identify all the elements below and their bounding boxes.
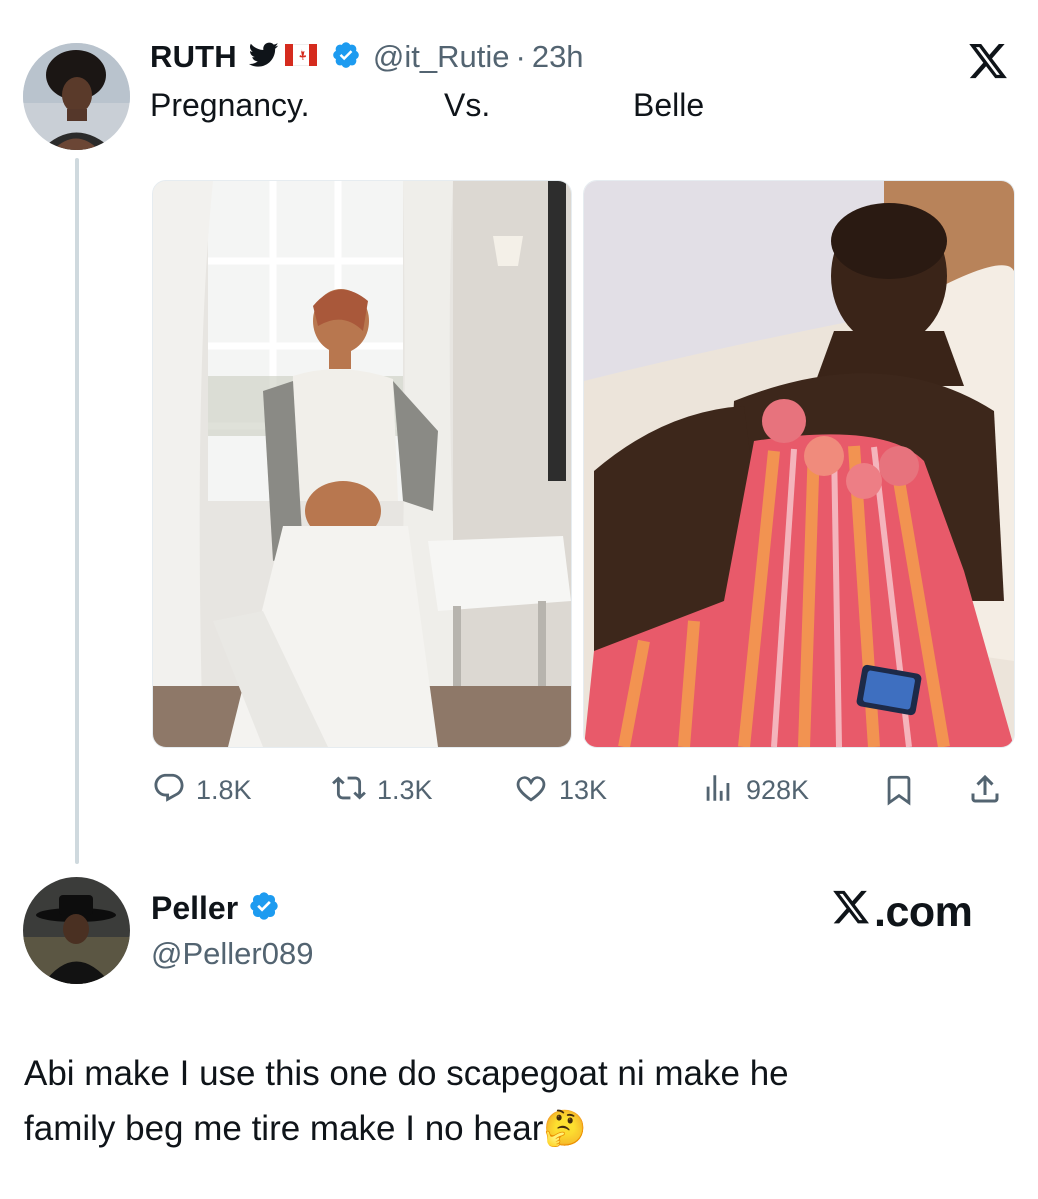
pregnancy-photo[interactable] — [152, 180, 572, 748]
ruth-avatar[interactable] — [23, 43, 130, 150]
like-action[interactable]: 13K — [513, 771, 607, 810]
thread-connector-line — [75, 158, 79, 864]
canada-flag-icon — [284, 43, 318, 71]
tweet-text-part-2: Vs. — [444, 87, 491, 123]
reply-text-line-1: Abi make I use this one do scapegoat ni … — [24, 1054, 789, 1093]
views-action[interactable]: 928K — [700, 771, 809, 810]
retweet-action[interactable]: 1.3K — [331, 771, 433, 810]
belle-photo[interactable] — [583, 180, 1015, 748]
heart-icon — [513, 771, 559, 810]
reply-icon — [152, 771, 196, 810]
x-logo-icon — [830, 887, 872, 938]
tweet-text-part-1: Pregnancy. — [150, 87, 310, 123]
reply-text-line-2: family beg me tire make I no hear — [24, 1109, 544, 1148]
reply-author-handle[interactable]: @Peller089 — [151, 936, 313, 972]
x-com-brand: .com — [830, 887, 973, 938]
author-name[interactable]: RUTH — [150, 39, 237, 75]
tweet-header: RUTH @it_Rutie · 23h — [150, 37, 584, 77]
views-count: 928K — [746, 775, 810, 805]
thinking-face-emoji: 🤔 — [543, 1109, 587, 1148]
reply-count: 1.8K — [196, 775, 252, 805]
bird-icon — [248, 42, 279, 73]
reply-author-name[interactable]: Peller — [151, 890, 238, 927]
bookmark-icon[interactable] — [882, 773, 916, 812]
views-icon — [700, 771, 746, 810]
separator-dot: · — [515, 39, 526, 74]
tweet-time[interactable]: 23h — [532, 39, 584, 75]
reply-text: Abi make I use this one do scapegoat ni … — [24, 1051, 1014, 1152]
peller-avatar[interactable] — [23, 877, 130, 984]
tweet-text-part-3: Belle — [633, 87, 705, 123]
reply-header: Peller — [151, 890, 280, 927]
x-logo-icon[interactable] — [966, 40, 1010, 87]
retweet-count: 1.3K — [377, 775, 433, 805]
share-icon[interactable] — [967, 771, 1003, 812]
verified-badge-icon — [248, 890, 280, 927]
like-count: 13K — [559, 775, 608, 805]
reply-action[interactable]: 1.8K — [152, 771, 252, 810]
verified-badge-icon — [331, 40, 361, 75]
brand-text: .com — [874, 888, 973, 936]
reply-text-line-2-wrap: family beg me tire make I no hear🤔 — [24, 1106, 1014, 1152]
author-handle[interactable]: @it_Rutie — [373, 39, 510, 75]
retweet-icon — [331, 771, 377, 810]
